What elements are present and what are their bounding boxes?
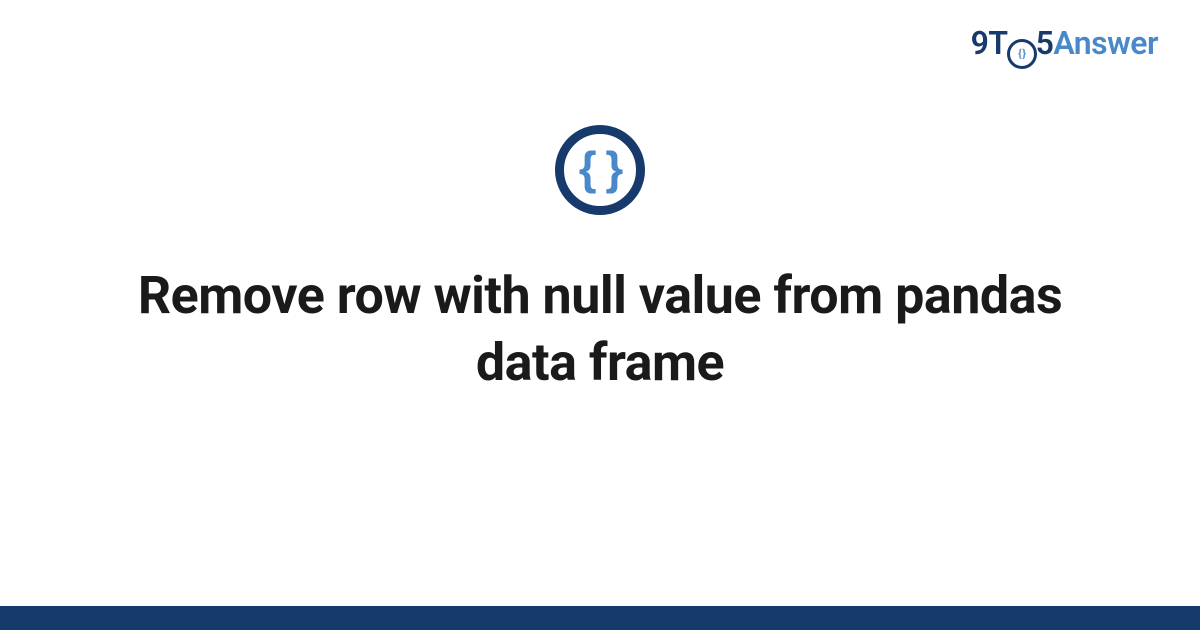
page-title: Remove row with null value from pandas d… <box>110 263 1090 396</box>
brand-ring-inner: { } <box>1018 47 1025 60</box>
brand-5: 5 <box>1036 24 1054 62</box>
brand-answer: Answer <box>1053 24 1158 62</box>
footer-bar <box>0 606 1200 630</box>
brand-ring-icon: { } <box>1007 39 1037 69</box>
code-braces-icon: { } <box>555 125 645 215</box>
brand-logo: 9T { } 5Answer <box>971 24 1158 66</box>
brand-9t: 9T <box>971 24 1008 62</box>
main-content: { } Remove row with null value from pand… <box>0 125 1200 396</box>
braces-glyph: { } <box>579 145 622 191</box>
